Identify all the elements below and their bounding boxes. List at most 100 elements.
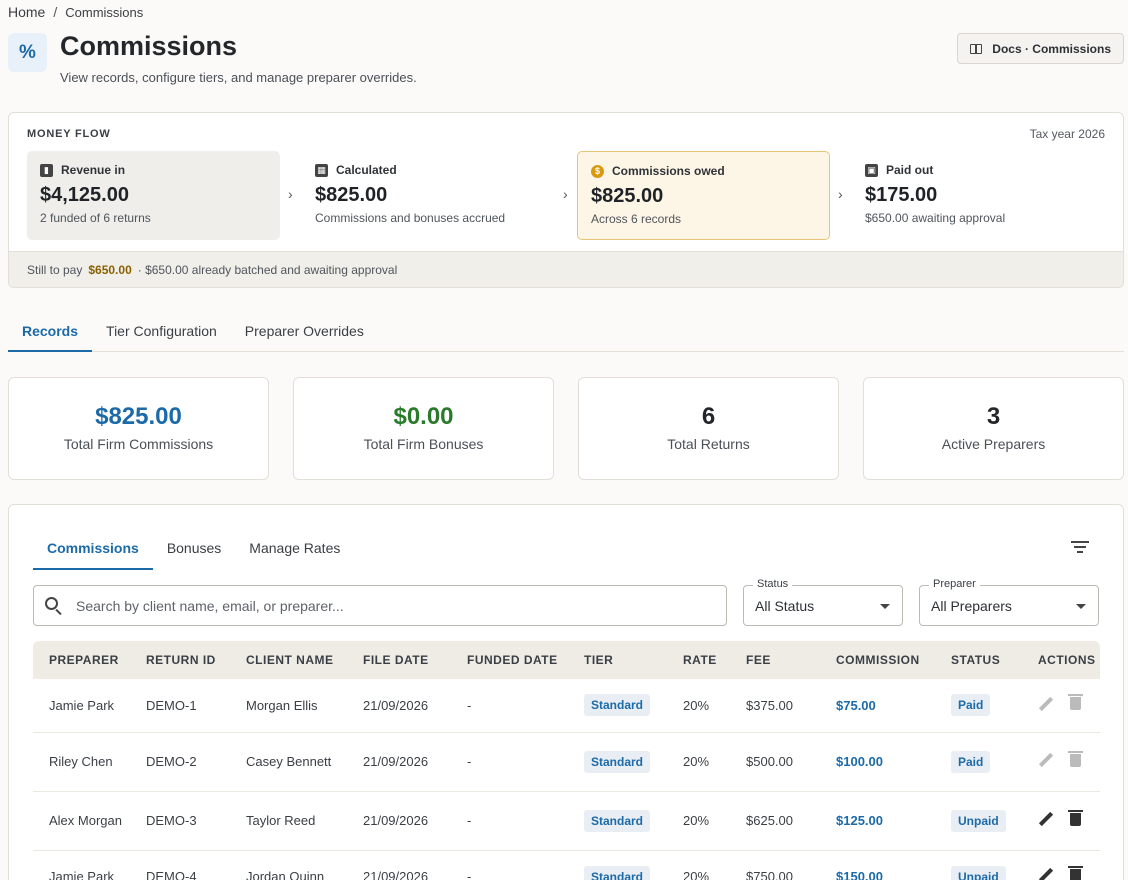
tab-preparer-overrides[interactable]: Preparer Overrides xyxy=(231,312,378,352)
status-select-label: Status xyxy=(753,578,793,590)
step-amount: $825.00 xyxy=(591,185,664,207)
calculator-icon: ▦ xyxy=(315,163,328,177)
chevron-right-icon: › xyxy=(288,186,293,202)
tab-bonuses[interactable]: Bonuses xyxy=(153,534,235,570)
cell-tier: Standard xyxy=(568,679,667,733)
cell-commission: $75.00 xyxy=(820,679,935,733)
docs-button[interactable]: Docs · Commissions xyxy=(957,33,1124,64)
edit-pencil-icon[interactable] xyxy=(1038,868,1052,880)
search-input[interactable]: Search by client name, email, or prepare… xyxy=(33,585,727,626)
stat-card-active-preparers: 3 Active Preparers xyxy=(863,377,1124,480)
table-row[interactable]: Jamie Park DEMO-4 Jordan Quinn 21/09/202… xyxy=(33,850,1100,880)
column-header[interactable]: FUNDED DATE xyxy=(451,641,568,679)
column-header[interactable]: RATE xyxy=(667,641,730,679)
tier-badge: Standard xyxy=(584,750,651,773)
cell-fee: $625.00 xyxy=(730,791,820,851)
column-header[interactable]: RETURN ID xyxy=(130,641,230,679)
table-row[interactable]: Jamie Park DEMO-1 Morgan Ellis 21/09/202… xyxy=(33,679,1100,733)
column-header[interactable]: FEE xyxy=(730,641,820,679)
edit-pencil-icon[interactable] xyxy=(1038,697,1052,711)
step-amount: $4,125.00 xyxy=(40,184,129,206)
search-icon xyxy=(45,597,58,610)
cell-rate: 20% xyxy=(667,850,730,880)
cell-client: Taylor Reed xyxy=(230,791,347,851)
money-flow-step-calculated: ▦ Calculated $825.00 Commissions and bonu… xyxy=(302,151,555,240)
cell-preparer: Jamie Park xyxy=(33,679,130,733)
caret-down-icon xyxy=(880,604,890,609)
money-flow-step-paid: ▣ Paid out $175.00 $650.00 awaiting appro… xyxy=(852,151,1105,240)
cell-return-id: DEMO-3 xyxy=(130,791,230,851)
filter-icon[interactable] xyxy=(1071,541,1089,555)
status-select[interactable]: Status All Status xyxy=(743,578,903,626)
cell-tier: Standard xyxy=(568,732,667,792)
cell-client: Morgan Ellis xyxy=(230,679,347,733)
tier-badge: Standard xyxy=(584,694,651,717)
still-to-pay-label: Still to pay xyxy=(27,262,83,277)
chevron-right-icon: › xyxy=(563,186,568,202)
breadcrumb-separator: / xyxy=(53,4,58,20)
page-title: Commissions xyxy=(60,31,238,61)
cell-fee: $750.00 xyxy=(730,850,820,880)
page-subtitle: View records, configure tiers, and manag… xyxy=(60,70,417,85)
cell-actions xyxy=(1022,679,1100,733)
stat-label: Total Firm Commissions xyxy=(63,436,214,452)
cell-fee: $500.00 xyxy=(730,732,820,792)
cell-client: Jordan Quinn xyxy=(230,850,347,880)
cell-preparer: Riley Chen xyxy=(33,732,130,792)
search-placeholder: Search by client name, email, or prepare… xyxy=(76,597,344,614)
tab-manage-rates[interactable]: Manage Rates xyxy=(235,534,354,570)
delete-trash-icon[interactable] xyxy=(1068,809,1083,826)
preparer-select-value: All Preparers xyxy=(931,597,1012,614)
tab-records[interactable]: Records xyxy=(8,312,93,352)
table-row[interactable]: Alex Morgan DEMO-3 Taylor Reed 21/09/202… xyxy=(33,791,1100,851)
tax-year-label: Tax year 2026 xyxy=(1029,127,1105,141)
column-header[interactable]: PREPARER xyxy=(33,641,130,679)
money-flow-step-revenue: ▮ Revenue in $4,125.00 2 funded of 6 retu… xyxy=(27,151,280,240)
edit-pencil-icon[interactable] xyxy=(1038,812,1052,826)
step-sub: $650.00 awaiting approval xyxy=(865,211,1006,225)
money-flow-footer: Still to pay $650.00 · $650.00 already b… xyxy=(9,251,1123,287)
column-header[interactable]: STATUS xyxy=(935,641,1022,679)
delete-trash-icon[interactable] xyxy=(1068,865,1083,880)
step-amount: $175.00 xyxy=(865,184,938,206)
tab-commissions[interactable]: Commissions xyxy=(33,534,153,570)
cell-commission: $150.00 xyxy=(820,850,935,880)
status-badge: Paid xyxy=(951,750,991,773)
tab-tier-configuration[interactable]: Tier Configuration xyxy=(92,312,231,352)
money-flow-step-owed: $ Commissions owed $825.00 Across 6 recor… xyxy=(577,151,830,240)
cell-funded-date: - xyxy=(451,791,568,851)
edit-pencil-icon[interactable] xyxy=(1038,753,1052,767)
dollar-coin-icon: $ xyxy=(591,164,604,178)
stat-label: Total Returns xyxy=(667,436,750,452)
step-sub: Across 6 records xyxy=(591,212,682,226)
delete-trash-icon[interactable] xyxy=(1068,694,1083,711)
cell-return-id: DEMO-2 xyxy=(130,732,230,792)
cell-status: Paid xyxy=(935,732,1022,792)
column-header[interactable]: COMMISSION xyxy=(820,641,935,679)
cell-return-id: DEMO-4 xyxy=(130,850,230,880)
column-header: ACTIONS xyxy=(1022,641,1100,679)
stat-card-total-commissions: $825.00 Total Firm Commissions xyxy=(8,377,269,480)
cell-preparer: Alex Morgan xyxy=(33,791,130,851)
cell-rate: 20% xyxy=(667,732,730,792)
breadcrumb-current: Commissions xyxy=(65,4,144,20)
status-badge: Unpaid xyxy=(951,865,1006,880)
cell-funded-date: - xyxy=(451,732,568,792)
status-badge: Unpaid xyxy=(951,809,1006,832)
column-header[interactable]: CLIENT NAME xyxy=(230,641,347,679)
step-label: Revenue in xyxy=(61,163,126,177)
cell-file-date: 21/09/2026 xyxy=(347,791,451,851)
cell-status: Paid xyxy=(935,679,1022,733)
cell-funded-date: - xyxy=(451,679,568,733)
cell-file-date: 21/09/2026 xyxy=(347,679,451,733)
delete-trash-icon[interactable] xyxy=(1068,750,1083,767)
cell-tier: Standard xyxy=(568,850,667,880)
breadcrumb-home-link[interactable]: Home xyxy=(8,4,45,20)
column-header[interactable]: TIER xyxy=(568,641,667,679)
preparer-select[interactable]: Preparer All Preparers xyxy=(919,578,1099,626)
cell-actions xyxy=(1022,850,1100,880)
column-header[interactable]: FILE DATE xyxy=(347,641,451,679)
stat-card-total-bonuses: $0.00 Total Firm Bonuses xyxy=(293,377,554,480)
cell-preparer: Jamie Park xyxy=(33,850,130,880)
table-row[interactable]: Riley Chen DEMO-2 Casey Bennett 21/09/20… xyxy=(33,732,1100,792)
